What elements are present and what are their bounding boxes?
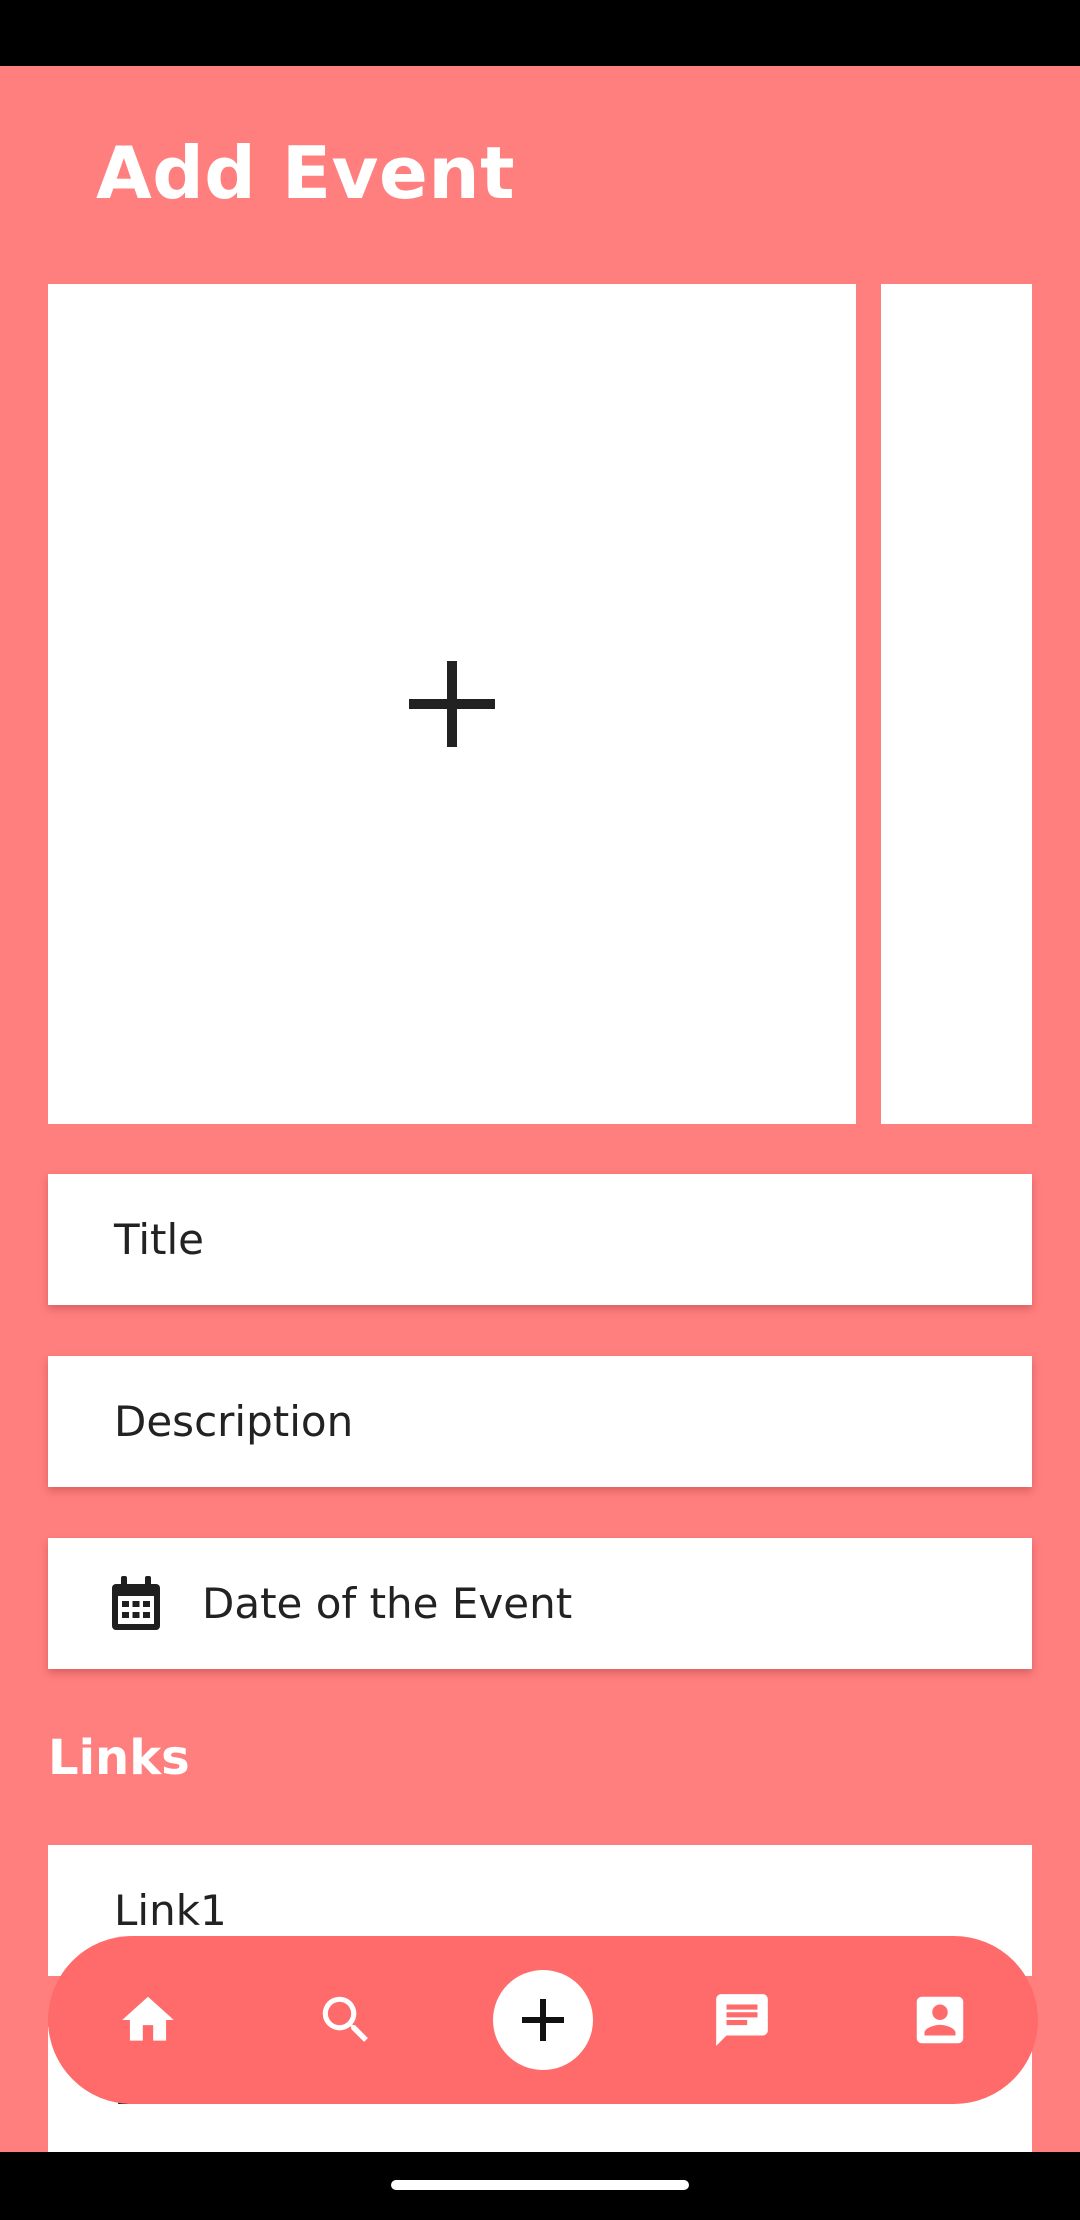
link1-label: Link1 xyxy=(114,1886,227,1935)
page-title: Add Event xyxy=(96,131,515,215)
title-field[interactable]: Title xyxy=(48,1174,1032,1305)
nav-profile-button[interactable] xyxy=(895,1975,985,2065)
home-indicator[interactable] xyxy=(391,2180,689,2190)
date-placeholder: Date of the Event xyxy=(202,1579,573,1628)
profile-icon xyxy=(916,1996,964,2044)
links-heading: Links xyxy=(48,1730,190,1786)
image-slot-next[interactable] xyxy=(881,284,1032,1124)
calendar-icon xyxy=(110,1575,162,1632)
add-image-slot[interactable] xyxy=(48,284,856,1124)
chat-icon xyxy=(716,1994,768,2046)
nav-search-button[interactable] xyxy=(301,1975,391,2065)
nav-chat-button[interactable] xyxy=(697,1975,787,2065)
bottom-navigation xyxy=(48,1936,1038,2104)
title-placeholder: Title xyxy=(114,1215,205,1264)
add-icon[interactable] xyxy=(493,1970,593,2070)
description-field[interactable]: Description xyxy=(48,1356,1032,1487)
date-field[interactable]: Date of the Event xyxy=(48,1538,1032,1669)
home-icon xyxy=(122,1996,174,2041)
plus-icon xyxy=(409,661,495,747)
status-bar xyxy=(0,0,1080,66)
search-icon xyxy=(322,1996,368,2042)
nav-home-button[interactable] xyxy=(103,1975,193,2065)
description-placeholder: Description xyxy=(114,1397,354,1446)
